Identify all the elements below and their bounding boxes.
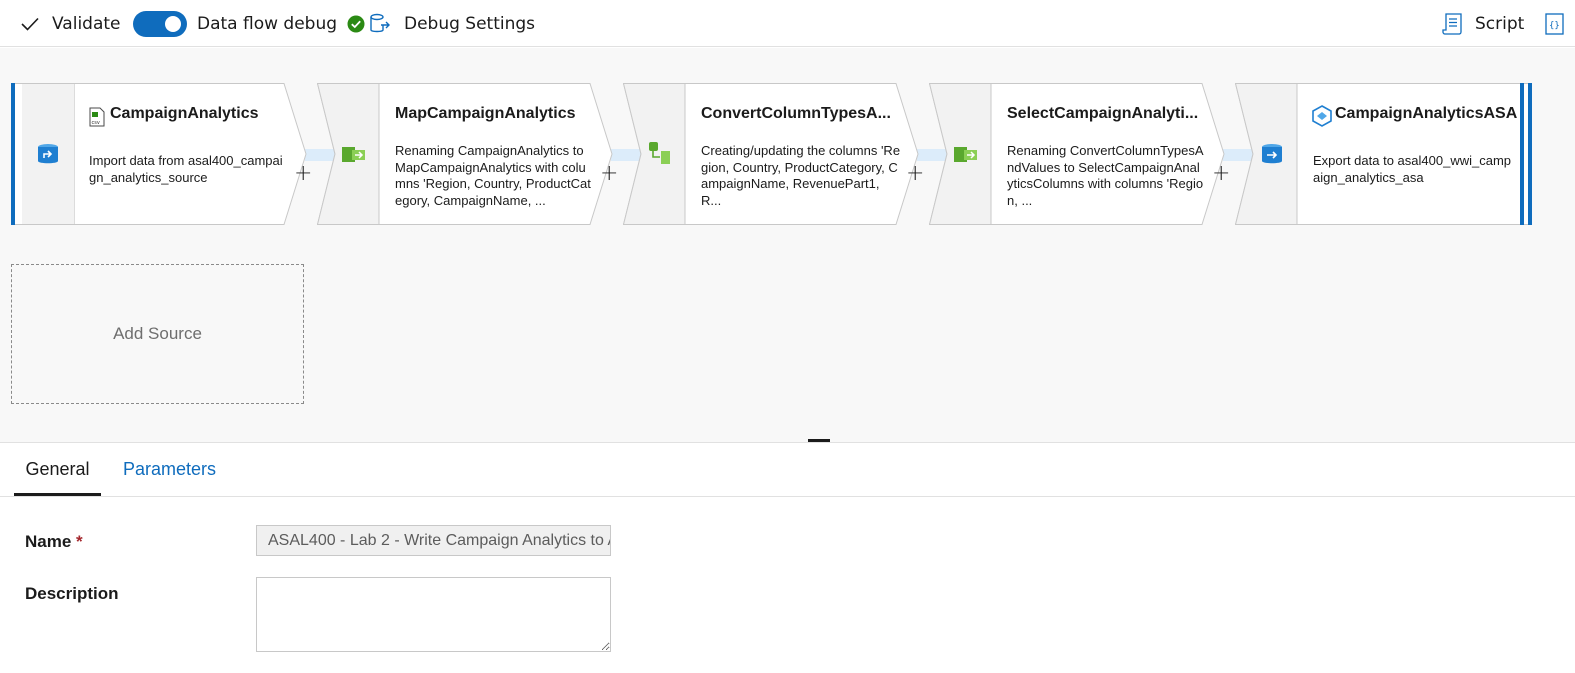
source-icon	[38, 144, 58, 164]
debug-label: Data flow debug	[197, 13, 338, 34]
svg-text:{}: {}	[1549, 21, 1560, 31]
node-description: Renaming ConvertColumnTypesAndValues to …	[1007, 143, 1204, 208]
flow-node-sink[interactable]: CampaignAnalyticsASA Export data to asal…	[1235, 83, 1532, 225]
node-title: CampaignAnalytics	[110, 105, 259, 122]
select-transform-icon	[954, 147, 977, 162]
validate-button[interactable]: Validate	[20, 0, 121, 47]
node-description: Creating/updating the columns 'Region, C…	[701, 143, 901, 208]
tab-general[interactable]: General	[14, 443, 101, 496]
derived-column-icon	[649, 142, 670, 164]
description-label: Description	[25, 584, 119, 603]
debug-settings-icon	[370, 13, 390, 32]
debug-toggle[interactable]	[133, 10, 187, 37]
success-check-icon	[347, 15, 365, 32]
flow-node-derived-column[interactable]: ConvertColumnTypesA... Creating/updating…	[623, 83, 919, 225]
node-description: Renaming CampaignAnalytics to MapCampaig…	[395, 143, 591, 208]
properties-tabs: General Parameters	[0, 443, 1575, 497]
script-label: Script	[1475, 13, 1525, 34]
csv-file-icon: csv	[89, 107, 105, 127]
script-icon	[1442, 12, 1462, 35]
add-transform-button[interactable]: +	[294, 163, 312, 185]
node-description: Import data from asal400_campaign_analyt…	[89, 153, 283, 185]
sink-icon	[1262, 144, 1282, 164]
add-source-button[interactable]: Add Source	[11, 264, 304, 404]
name-field[interactable]: ASAL400 - Lab 2 - Write Campaign Analyti…	[256, 525, 611, 556]
tab-label: General	[25, 459, 90, 479]
svg-text:csv: csv	[92, 120, 100, 126]
flow-node-source[interactable]: csv CampaignAnalytics Import data from a…	[11, 83, 307, 225]
select-transform-icon	[342, 147, 365, 162]
node-title: ConvertColumnTypesA...	[701, 105, 891, 122]
debug-settings-label: Debug Settings	[404, 13, 536, 34]
debug-settings-button[interactable]: Debug Settings	[369, 0, 535, 47]
tab-label: Parameters	[123, 459, 217, 479]
node-title: MapCampaignAnalytics	[395, 105, 576, 122]
tab-parameters[interactable]: Parameters	[123, 443, 216, 496]
validate-label: Validate	[52, 13, 121, 34]
name-label: Name *	[25, 532, 83, 551]
synapse-icon	[1312, 105, 1332, 127]
code-braces-icon: {}	[1545, 12, 1564, 35]
toolbar: Validate Data flow debug Debug Settings …	[0, 0, 1575, 47]
checkmark-icon	[21, 17, 39, 31]
required-indicator: *	[76, 532, 83, 551]
script-button[interactable]: Script	[1442, 0, 1524, 47]
dataflow-canvas[interactable]: csv CampaignAnalytics Import data from a…	[0, 48, 1575, 442]
add-transform-button[interactable]: +	[1212, 163, 1230, 185]
add-transform-button[interactable]: +	[906, 163, 924, 185]
debug-toggle-group: Data flow debug	[133, 0, 365, 47]
resize-handle[interactable]	[808, 439, 830, 442]
description-field[interactable]	[256, 577, 611, 652]
flow-node-map[interactable]: MapCampaignAnalytics Renaming CampaignAn…	[317, 83, 613, 225]
node-description: Export data to asal400_wwi_campaign_anal…	[1313, 153, 1511, 185]
node-title: CampaignAnalyticsASA	[1335, 105, 1518, 122]
node-title: SelectCampaignAnalyti...	[1007, 105, 1199, 122]
add-transform-button[interactable]: +	[600, 163, 618, 185]
code-view-button[interactable]: {}	[1543, 0, 1565, 47]
flow-node-select[interactable]: SelectCampaignAnalyti... Renaming Conver…	[929, 83, 1225, 225]
